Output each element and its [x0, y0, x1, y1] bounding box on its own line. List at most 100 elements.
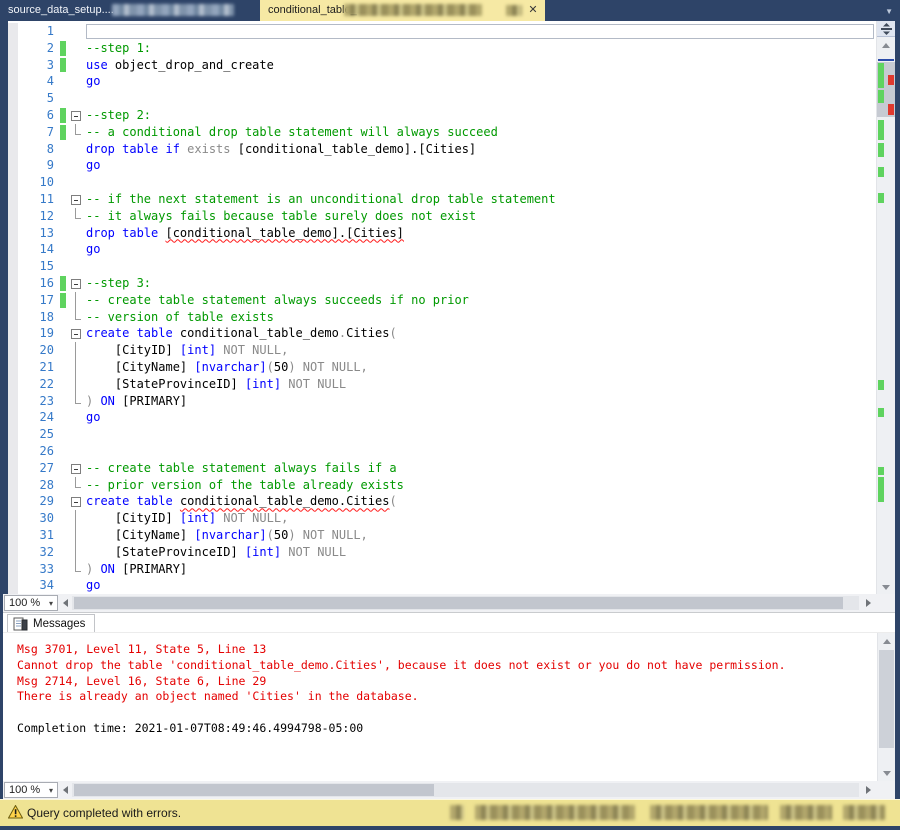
code-line-30[interactable]: 30 [CityID] [int] NOT NULL,	[8, 510, 877, 527]
code-line-17[interactable]: 17-- create table statement always succe…	[8, 292, 877, 309]
code-line-29[interactable]: 29create table conditional_table_demo.Ci…	[8, 493, 877, 510]
line-number: 28	[18, 477, 60, 494]
line-number: 1	[18, 23, 60, 40]
code-line-13[interactable]: 13drop table [conditional_table_demo].[C…	[8, 225, 877, 242]
redacted-pin-icon	[506, 5, 522, 16]
code-line-22[interactable]: 22 [StateProvinceID] [int] NOT NULL	[8, 376, 877, 393]
code-line-27[interactable]: 27-- create table statement always fails…	[8, 460, 877, 477]
editor-vertical-scrollbar[interactable]	[876, 21, 895, 594]
scrollbar-thumb[interactable]	[879, 650, 894, 748]
messages-zoom-select[interactable]: 100 % ▾	[4, 782, 58, 798]
scrollbar-thumb[interactable]	[74, 597, 843, 609]
code-line-26[interactable]: 26	[8, 443, 877, 460]
code-line-20[interactable]: 20 [CityID] [int] NOT NULL,	[8, 342, 877, 359]
code-line-10[interactable]: 10	[8, 174, 877, 191]
editor-bottom-bar: 100 % ▾	[3, 594, 895, 612]
editor-horizontal-scrollbar[interactable]	[72, 596, 859, 610]
code-line-3[interactable]: 3use object_drop_and_create	[8, 57, 877, 74]
collapse-toggle-icon[interactable]	[68, 191, 86, 208]
splitter-handle-icon[interactable]	[877, 21, 895, 37]
code-line-18[interactable]: 18-- version of table exists	[8, 309, 877, 326]
tab-source-data-setup[interactable]: source_data_setup....	[2, 0, 258, 21]
outline-margin	[68, 73, 86, 90]
code-lines[interactable]: 12--step 1:3use object_drop_and_create4g…	[8, 21, 877, 594]
outline-margin	[68, 157, 86, 174]
tab-list-dropdown-icon[interactable]: ▼	[885, 7, 893, 16]
code-line-11[interactable]: 11-- if the next statement is an uncondi…	[8, 191, 877, 208]
change-tracking-slot	[60, 326, 66, 341]
code-line-15[interactable]: 15	[8, 258, 877, 275]
messages-bottom-bar: 100 % ▾	[3, 781, 895, 799]
messages-vertical-scrollbar[interactable]	[877, 633, 895, 782]
code-text: go	[86, 241, 877, 258]
messages-text: Msg 3701, Level 11, State 5, Line 13Cann…	[17, 642, 869, 737]
code-line-25[interactable]: 25	[8, 426, 877, 443]
code-line-34[interactable]: 34go	[8, 577, 877, 594]
code-line-23[interactable]: 23) ON [PRIMARY]	[8, 393, 877, 410]
tab-messages[interactable]: Messages	[7, 614, 95, 633]
outline-margin	[68, 376, 86, 393]
code-line-33[interactable]: 33) ON [PRIMARY]	[8, 561, 877, 578]
code-line-28[interactable]: 28-- prior version of the table already …	[8, 477, 877, 494]
scroll-up-icon[interactable]	[877, 43, 895, 48]
line-number: 3	[18, 57, 60, 74]
code-line-21[interactable]: 21 [CityName] [nvarchar](50) NOT NULL,	[8, 359, 877, 376]
chevron-down-icon: ▾	[49, 786, 53, 795]
scrollbar-corner	[875, 781, 895, 799]
editor-zoom-select[interactable]: 100 % ▾	[4, 595, 58, 611]
code-line-4[interactable]: 4go	[8, 73, 877, 90]
change-mark	[878, 193, 884, 203]
line-number: 22	[18, 376, 60, 393]
tab-conditional-table-active[interactable]: conditional_table_...- ✕	[260, 0, 545, 21]
code-line-6[interactable]: 6--step 2:	[8, 107, 877, 124]
scroll-right-icon[interactable]	[861, 786, 875, 794]
change-mark	[878, 90, 884, 103]
scrollbar-corner	[875, 594, 895, 612]
code-text: -- version of table exists	[86, 309, 877, 326]
outline-margin	[68, 258, 86, 275]
scrollbar-caret-marker	[878, 59, 894, 61]
collapse-toggle-icon[interactable]	[68, 107, 86, 124]
scrollbar-thumb[interactable]	[74, 784, 434, 796]
scroll-right-icon[interactable]	[861, 599, 875, 607]
scroll-down-icon[interactable]	[877, 585, 895, 590]
code-line-9[interactable]: 9go	[8, 157, 877, 174]
collapse-toggle-icon[interactable]	[68, 460, 86, 477]
outline-margin	[68, 510, 86, 527]
code-line-7[interactable]: 7-- a conditional drop table statement w…	[8, 124, 877, 141]
scroll-down-icon[interactable]	[878, 771, 895, 776]
line-number: 30	[18, 510, 60, 527]
outline-margin	[68, 292, 86, 309]
code-line-2[interactable]: 2--step 1:	[8, 40, 877, 57]
code-editor[interactable]: 12--step 1:3use object_drop_and_create4g…	[8, 21, 895, 594]
code-line-8[interactable]: 8 drop table if exists [conditional_table…	[8, 141, 877, 158]
code-text: ) ON [PRIMARY]	[86, 393, 877, 410]
messages-output-pane[interactable]: Msg 3701, Level 11, State 5, Line 13Cann…	[3, 632, 895, 782]
code-text: go	[86, 157, 877, 174]
line-number: 8	[18, 141, 60, 158]
code-text: -- a conditional drop table statement wi…	[86, 124, 877, 141]
code-line-5[interactable]: 5	[8, 90, 877, 107]
messages-horizontal-scrollbar[interactable]	[72, 783, 859, 797]
scroll-left-icon[interactable]	[58, 786, 72, 794]
code-line-32[interactable]: 32 [StateProvinceID] [int] NOT NULL	[8, 544, 877, 561]
collapse-toggle-icon[interactable]	[68, 325, 86, 342]
scroll-up-icon[interactable]	[878, 639, 895, 644]
collapse-toggle-icon[interactable]	[68, 275, 86, 292]
redacted-status-segment	[475, 805, 635, 820]
code-line-31[interactable]: 31 [CityName] [nvarchar](50) NOT NULL,	[8, 527, 877, 544]
scroll-left-icon[interactable]	[58, 599, 72, 607]
code-text: drop table if exists [conditional_table_…	[86, 141, 877, 158]
line-number: 25	[18, 426, 60, 443]
code-line-12[interactable]: 12-- it always fails because table surel…	[8, 208, 877, 225]
code-line-16[interactable]: 16--step 3:	[8, 275, 877, 292]
change-tracking-slot	[60, 158, 66, 173]
code-line-24[interactable]: 24go	[8, 409, 877, 426]
status-bar: Query completed with errors.	[0, 799, 900, 830]
code-line-19[interactable]: 19create table conditional_table_demo.Ci…	[8, 325, 877, 342]
code-line-1[interactable]: 1	[8, 23, 877, 40]
collapse-toggle-icon[interactable]	[68, 493, 86, 510]
close-tab-icon[interactable]: ✕	[526, 3, 540, 17]
code-text	[86, 426, 877, 443]
code-line-14[interactable]: 14go	[8, 241, 877, 258]
